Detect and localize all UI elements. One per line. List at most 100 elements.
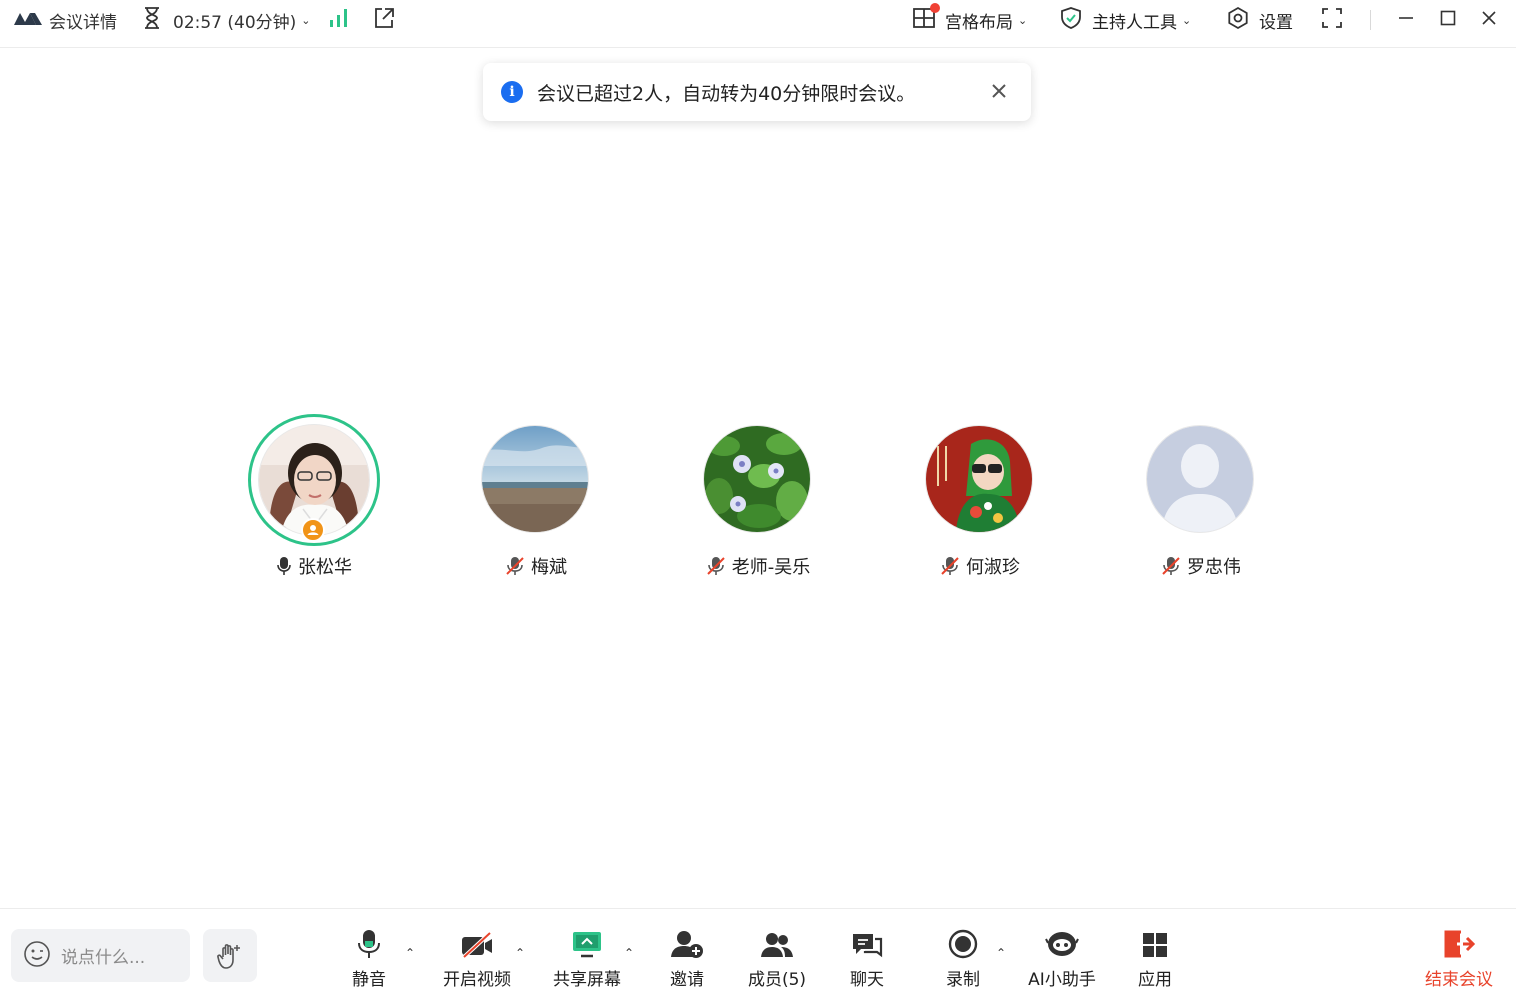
participant-tile[interactable]: 何淑珍 [870, 414, 1090, 584]
mic-options-caret[interactable]: ⌃ [405, 946, 415, 960]
maximize-icon [1438, 8, 1458, 33]
invite-button[interactable]: 邀请 [666, 927, 708, 993]
share-screen-icon [573, 932, 601, 958]
host-badge [301, 518, 325, 542]
notification-dot [930, 2, 940, 13]
record-icon [948, 929, 978, 959]
video-off-icon [462, 931, 492, 959]
mic-muted-icon [1162, 557, 1180, 575]
share-link-button[interactable] [372, 0, 396, 40]
quick-chat-input[interactable]: 说点什么... [11, 929, 190, 982]
app-logo-icon [13, 9, 43, 32]
mic-icon [358, 930, 380, 958]
chat-icon [853, 934, 883, 958]
fullscreen-icon [1320, 6, 1344, 35]
members-button[interactable]: 成员(5) [748, 927, 806, 993]
mute-label: 静音 [352, 970, 386, 990]
toast-close-button[interactable] [987, 79, 1011, 103]
mic-icon [277, 557, 291, 575]
participant-name: 罗忠伟 [1091, 553, 1311, 579]
apps-grid-icon [1143, 933, 1167, 957]
participant-name: 何淑珍 [870, 553, 1090, 579]
ai-assistant-icon [1045, 932, 1079, 956]
grid-layout-icon [912, 2, 940, 35]
participant-tile[interactable]: 梅斌 [426, 414, 646, 584]
chevron-down-icon: ⌄ [1018, 13, 1028, 27]
top-bar: 会议详情 02:57 (40分钟) ⌄ 宫格布局 ⌄ 主持人工具 ⌄ 设置 [0, 0, 1516, 48]
participant-tile[interactable]: 张松华 [204, 414, 424, 584]
members-icon [761, 933, 793, 957]
add-user-icon [671, 931, 703, 958]
participant-name-label: 罗忠伟 [1187, 557, 1241, 578]
host-tools-button[interactable]: 主持人工具 ⌄ [1059, 0, 1191, 40]
settings-label: 设置 [1259, 12, 1293, 33]
avatar [926, 426, 1032, 532]
layout-label: 宫格布局 [945, 12, 1013, 33]
raise-hand-button[interactable] [203, 929, 257, 982]
video-options-caret[interactable]: ⌃ [515, 946, 525, 960]
participant-name: 梅斌 [426, 553, 646, 579]
participant-name-label: 老师-吴乐 [731, 557, 811, 578]
meeting-info-button[interactable]: 会议详情 [13, 0, 117, 40]
chevron-down-icon: ⌄ [1182, 13, 1192, 27]
window-close-button[interactable] [1479, 0, 1499, 40]
timer-label: 02:57 (40分钟) [173, 12, 297, 33]
layout-button[interactable]: 宫格布局 ⌄ [912, 0, 1027, 40]
end-meeting-button[interactable]: 结束会议 [1423, 927, 1495, 993]
avatar-wrap [914, 414, 1046, 546]
mute-button[interactable]: 静音 [348, 927, 390, 993]
record-button[interactable]: 录制 [944, 927, 982, 993]
share-screen-button[interactable]: 共享屏幕 [551, 927, 623, 993]
participant-tile[interactable]: 罗忠伟 [1091, 414, 1311, 584]
participant-name: 老师-吴乐 [648, 553, 868, 579]
avatar-wrap [1135, 414, 1267, 546]
mic-muted-icon [506, 557, 524, 575]
members-label: 成员(5) [747, 970, 807, 990]
avatar [482, 426, 588, 532]
ai-label: AI小助手 [1028, 970, 1096, 990]
participant-tile[interactable]: 老师-吴乐 [648, 414, 868, 584]
avatar [704, 426, 810, 532]
default-avatar-icon [1147, 426, 1253, 532]
apps-button[interactable]: 应用 [1137, 927, 1173, 993]
end-meeting-label: 结束会议 [1425, 970, 1493, 990]
divider [1370, 10, 1371, 30]
record-options-caret[interactable]: ⌃ [996, 946, 1006, 960]
chevron-down-icon: ⌄ [301, 13, 311, 27]
chat-button[interactable]: 聊天 [849, 927, 885, 993]
share-label: 共享屏幕 [553, 970, 621, 990]
raise-hand-icon [217, 943, 240, 969]
external-link-icon [372, 6, 396, 35]
meeting-timer[interactable]: 02:57 (40分钟) ⌄ [141, 0, 311, 40]
invite-label: 邀请 [670, 970, 704, 990]
maximize-button[interactable] [1438, 0, 1458, 40]
mic-muted-icon [707, 557, 725, 575]
gear-icon [1226, 6, 1250, 35]
user-icon [307, 525, 319, 535]
avatar-wrap [692, 414, 824, 546]
share-options-caret[interactable]: ⌃ [624, 946, 634, 960]
participant-name-label: 张松华 [298, 557, 352, 578]
toast-message: 会议已超过2人，自动转为40分钟限时会议。 [537, 82, 916, 105]
host-tools-label: 主持人工具 [1092, 12, 1177, 33]
shield-icon [1059, 6, 1083, 35]
ai-assistant-button[interactable]: AI小助手 [1026, 927, 1098, 993]
chat-placeholder: 说点什么... [61, 948, 146, 968]
close-icon [992, 84, 1006, 98]
fullscreen-button[interactable] [1320, 0, 1344, 40]
avatar-wrap [248, 414, 380, 546]
minimize-icon [1396, 8, 1416, 33]
avatar-wrap [470, 414, 602, 546]
close-icon [1479, 8, 1499, 33]
settings-button[interactable]: 设置 [1226, 0, 1293, 40]
participant-name-label: 何淑珍 [966, 557, 1020, 578]
participant-name: 张松华 [204, 553, 424, 579]
record-label: 录制 [946, 970, 980, 990]
exit-icon [1444, 930, 1475, 958]
hourglass-icon [141, 6, 163, 35]
start-video-button[interactable]: 开启视频 [442, 927, 512, 993]
video-label: 开启视频 [443, 970, 511, 990]
network-signal[interactable] [329, 0, 349, 40]
minimize-button[interactable] [1396, 0, 1416, 40]
meeting-info-label: 会议详情 [49, 12, 117, 33]
